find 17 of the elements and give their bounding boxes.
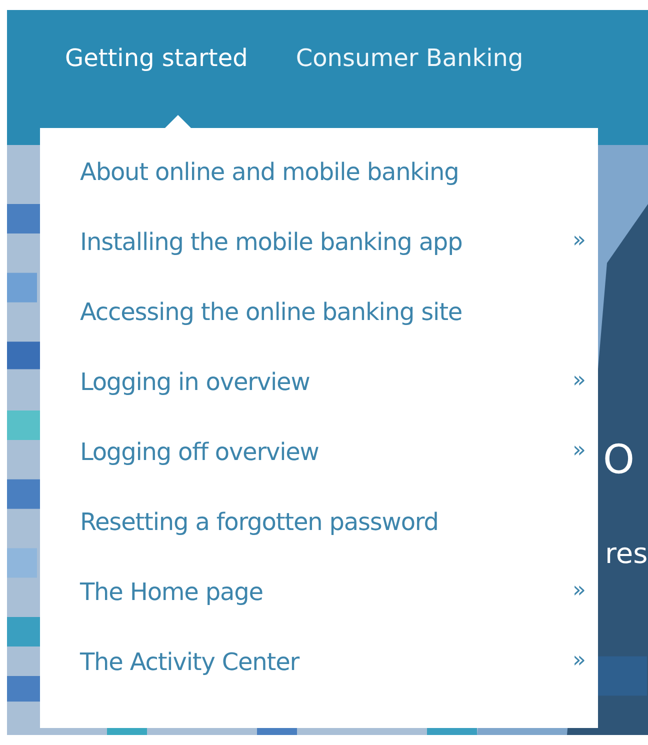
submenu-arrow[interactable]: » [572,368,586,393]
nav-tab[interactable]: Getting started [59,40,254,76]
hero-heading: O [603,440,634,480]
menu-item[interactable]: Accessing the online banking site [80,298,462,326]
hero-text: res [605,540,648,568]
menu-item[interactable]: Installing the mobile banking app [80,228,462,256]
menu-item[interactable]: Logging off overview [80,438,319,466]
submenu-arrow[interactable]: » [572,648,586,673]
nav-tab[interactable]: Consumer Banking [290,40,530,76]
submenu-arrow[interactable]: » [572,578,586,603]
menu-item[interactable]: The Activity Center [80,648,300,676]
submenu-arrow[interactable]: » [572,228,586,253]
menu-item[interactable]: The Home page [80,578,263,606]
menu-item[interactable]: About online and mobile banking [80,158,459,186]
menu-item[interactable]: Logging in overview [80,368,310,396]
submenu-arrow[interactable]: » [572,438,586,463]
menu-item[interactable]: Resetting a forgotten password [80,508,438,536]
